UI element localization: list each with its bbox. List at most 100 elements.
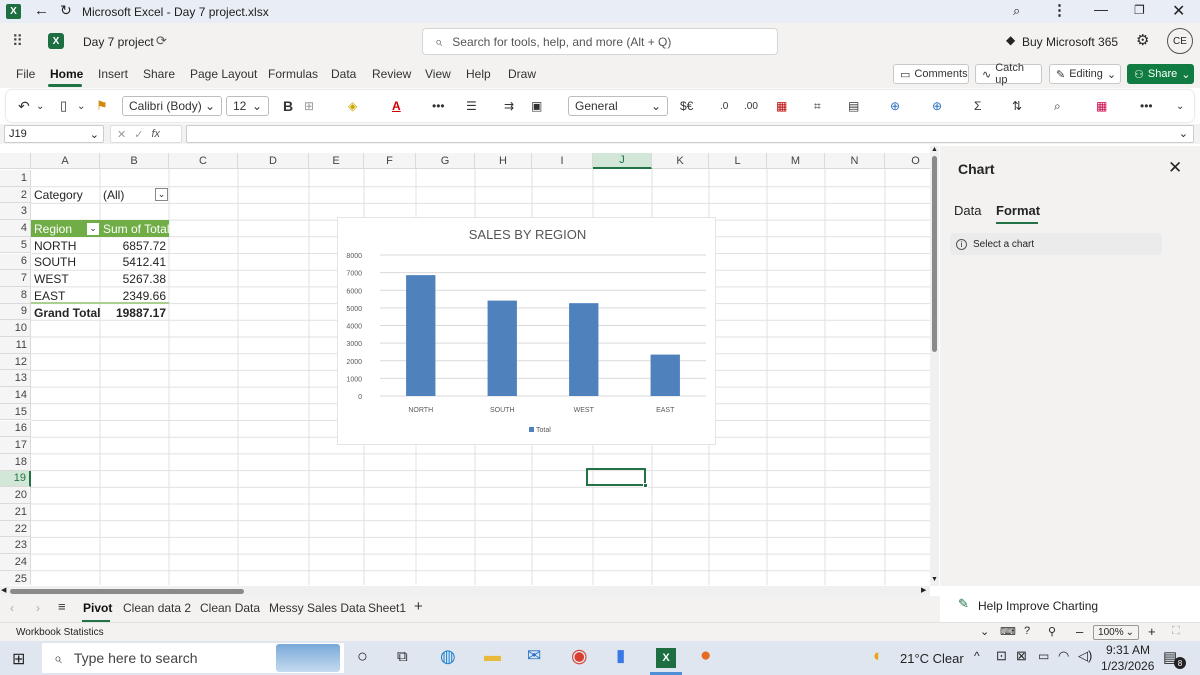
row-header-10[interactable]: 10	[0, 320, 31, 337]
formula-input[interactable]: ⌄	[186, 125, 1194, 143]
add-sheet-icon[interactable]: +	[414, 598, 423, 615]
zoom-in-icon[interactable]: +	[1148, 624, 1156, 639]
bold-icon[interactable]: B	[283, 96, 293, 116]
paste-icon[interactable]: ▯	[60, 96, 67, 116]
tab-file[interactable]: File	[16, 67, 35, 81]
column-header-j[interactable]: J	[593, 153, 652, 169]
row-header-20[interactable]: 20	[0, 487, 31, 504]
settings-gear-icon[interactable]: ⚙	[1136, 31, 1149, 49]
filter-dropdown-icon[interactable]: ⌄	[155, 188, 168, 201]
keyboard-icon[interactable]: ⌨	[1000, 625, 1016, 638]
column-header-h[interactable]: H	[475, 153, 532, 169]
cancel-icon[interactable]: ✕	[117, 128, 126, 141]
row-header-11[interactable]: 11	[0, 337, 31, 354]
edge-icon[interactable]: ◍	[440, 646, 456, 667]
app-launcher-icon[interactable]: ⠿	[12, 32, 23, 50]
row-header-17[interactable]: 17	[0, 437, 31, 454]
fullscreen-icon[interactable]: ⛶	[1172, 625, 1180, 638]
row-header-21[interactable]: 21	[0, 504, 31, 521]
sort-filter-icon[interactable]: ⇅	[1012, 96, 1022, 116]
tab-insert[interactable]: Insert	[98, 67, 128, 81]
docs-icon[interactable]: ▮	[616, 646, 625, 666]
more-menu-icon[interactable]: ⋮	[1052, 1, 1067, 19]
column-header-m[interactable]: M	[767, 153, 825, 169]
accessibility-icon[interactable]: ⚲	[1048, 625, 1056, 638]
find-icon[interactable]: ⌕	[1054, 96, 1061, 116]
column-header-g[interactable]: G	[416, 153, 475, 169]
sheet-tab-clean-data-2[interactable]: Clean data 2	[123, 601, 191, 615]
mail-icon[interactable]: ✉	[527, 646, 541, 666]
show-hidden-icons[interactable]: ^	[974, 649, 980, 663]
column-header-e[interactable]: E	[309, 153, 364, 169]
tab-formulas[interactable]: Formulas	[268, 67, 318, 81]
font-name-select[interactable]: Calibri (Body) ⌄	[122, 96, 222, 116]
row-header-6[interactable]: 6	[0, 253, 31, 271]
format-painter-icon[interactable]: ⚑	[96, 96, 108, 116]
row-header-16[interactable]: 16	[0, 420, 31, 438]
tab-review[interactable]: Review	[372, 67, 411, 81]
delete-cells-icon[interactable]: ⊕	[932, 96, 942, 116]
vertical-scrollbar[interactable]: ▲ ▼	[930, 146, 939, 586]
panel-tab-format[interactable]: Format	[996, 203, 1040, 218]
currency-icon[interactable]: $€	[680, 96, 693, 116]
column-header-b[interactable]: B	[100, 153, 169, 169]
chevron-down-icon[interactable]: ⌄	[980, 625, 989, 638]
row-header-15[interactable]: 15	[0, 403, 31, 421]
minimize-icon[interactable]: —	[1094, 1, 1108, 17]
column-header-l[interactable]: L	[709, 153, 767, 169]
row-header-7[interactable]: 7	[0, 270, 31, 287]
increase-decimal-icon[interactable]: .00	[744, 96, 758, 116]
restore-icon[interactable]: ❐	[1134, 3, 1145, 17]
clock-date[interactable]: 1/23/2026	[1101, 659, 1154, 673]
horizontal-scroll-thumb[interactable]	[10, 589, 244, 594]
more-options-icon[interactable]: •••	[1140, 96, 1153, 116]
row-header-14[interactable]: 14	[0, 387, 31, 404]
editing-mode-button[interactable]: ✎ Editing ⌄	[1049, 64, 1121, 84]
scroll-right-icon[interactable]: ▶	[921, 586, 926, 594]
cortana-icon[interactable]: ○	[357, 646, 368, 667]
row-header-3[interactable]: 3	[0, 203, 31, 221]
file-explorer-icon[interactable]: ▬	[484, 646, 501, 666]
add-ins-icon[interactable]: ▦	[1096, 96, 1107, 116]
column-header-n[interactable]: N	[825, 153, 885, 169]
function-icon[interactable]: fx	[151, 128, 160, 140]
fill-handle[interactable]	[643, 483, 648, 488]
column-header-o[interactable]: O	[885, 153, 930, 169]
sheet-tab-sheet1[interactable]: Sheet1	[368, 601, 406, 615]
wrap-text-icon[interactable]: ⇉	[504, 96, 514, 116]
row-header-24[interactable]: 24	[0, 554, 31, 571]
windows-start-icon[interactable]: ⊞	[12, 649, 25, 669]
scroll-down-icon[interactable]: ▼	[931, 576, 938, 583]
sheet-tab-messy-sales-data[interactable]: Messy Sales Data	[269, 601, 366, 615]
clock-time[interactable]: 9:31 AM	[1106, 643, 1150, 657]
avatar[interactable]: CE	[1167, 28, 1193, 54]
tab-share[interactable]: Share	[143, 67, 175, 81]
tab-home[interactable]: Home	[50, 67, 83, 81]
row-header-1[interactable]: 1	[0, 170, 31, 187]
battery-icon[interactable]: ▭	[1038, 649, 1049, 663]
tab-page-layout[interactable]: Page Layout	[190, 67, 257, 81]
column-header-d[interactable]: D	[238, 153, 309, 169]
row-header-19[interactable]: 19	[0, 470, 31, 488]
fill-color-icon[interactable]: ◈	[348, 96, 357, 116]
zoom-level-select[interactable]: 100% ⌄	[1093, 625, 1139, 640]
column-header-c[interactable]: C	[169, 153, 238, 169]
reload-icon[interactable]: ↻	[60, 2, 72, 19]
task-view-icon[interactable]: ⧉	[397, 648, 408, 665]
row-header-2[interactable]: 2	[0, 186, 31, 204]
undo-icon[interactable]: ↶	[18, 96, 30, 116]
scroll-left-icon[interactable]: ◀	[1, 586, 6, 594]
decrease-decimal-icon[interactable]: .0	[720, 96, 728, 116]
panel-tab-data[interactable]: Data	[954, 203, 981, 218]
expand-ribbon-icon[interactable]: ⌄	[1176, 96, 1184, 116]
buy-microsoft-link[interactable]: Buy Microsoft 365	[1022, 35, 1118, 49]
column-header-a[interactable]: A	[31, 153, 100, 169]
align-icon[interactable]: ☰	[466, 96, 477, 116]
all-sheets-icon[interactable]: ≡	[58, 599, 66, 614]
row-header-18[interactable]: 18	[0, 453, 31, 471]
font-color-icon[interactable]: A	[392, 96, 401, 116]
back-arrow-icon[interactable]: ←	[34, 2, 49, 19]
autosum-icon[interactable]: Σ	[974, 96, 981, 116]
row-header-13[interactable]: 13	[0, 370, 31, 388]
chevron-down-icon[interactable]: ⌄	[77, 96, 85, 116]
